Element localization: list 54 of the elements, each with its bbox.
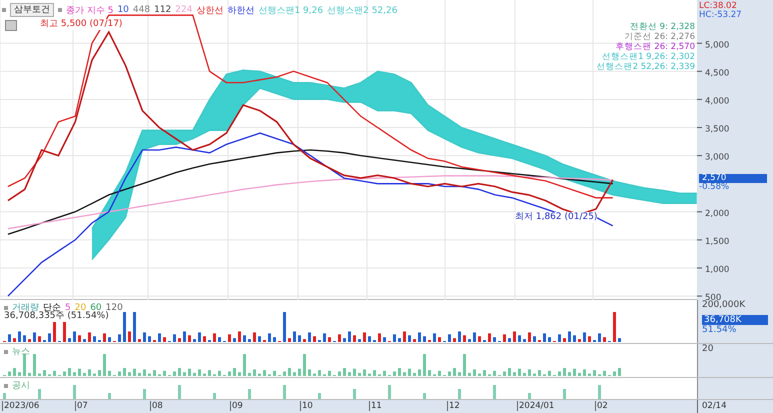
date-label: 09	[230, 401, 243, 412]
news-title: 뉴스	[12, 346, 30, 358]
indicator-value: 후행스팬 26: 2,570	[616, 42, 695, 52]
axis-label: 20	[702, 344, 714, 356]
axis-label: 3,000	[705, 152, 730, 163]
ma-period: 120	[106, 302, 123, 313]
hc-value: HC:-53.27	[699, 11, 742, 20]
volume-summary: 36,708,335주 (51.54%)	[4, 311, 109, 322]
date-label: 02	[595, 401, 608, 412]
axis-label: 1,500	[705, 236, 730, 247]
change-percent: -0.58%	[699, 183, 730, 192]
low-price-label: 최저 1,862 (01/25)	[515, 212, 598, 223]
bullet-icon	[4, 306, 8, 310]
ma-period: 5	[65, 302, 71, 313]
date-label: 12	[447, 401, 460, 412]
legend-item[interactable]: 하한선	[227, 4, 254, 16]
axis-label: 4,500	[705, 68, 730, 78]
current-price-tag: 2,570	[699, 174, 767, 183]
indicator-value: 선행스팬1 9,26: 2,302	[602, 52, 695, 62]
high-price-label: 최고 5,500 (07/17)	[40, 19, 122, 30]
indicator-value: 기준선 26: 2,276	[624, 32, 695, 42]
legend-item[interactable]: 10	[117, 5, 129, 15]
volume-tag: 36,708K	[702, 315, 768, 326]
date-label: 2024/01	[517, 401, 554, 412]
legend-item[interactable]: 종가 지수 5	[66, 4, 114, 16]
bullet-icon	[4, 350, 8, 354]
legend-item[interactable]: 112	[154, 5, 172, 15]
indicator-value: 전환선 9: 2,328	[630, 22, 695, 32]
date-label: 11	[369, 401, 382, 412]
stock-name-button[interactable]: 삼부토건	[10, 3, 54, 17]
date-label: 08	[150, 401, 163, 412]
axis-label: 5,000	[705, 40, 730, 50]
axis-label: 1,000	[705, 264, 730, 275]
ma-period: 20	[74, 302, 86, 313]
axis-label: 4,000	[705, 96, 730, 106]
legend-item[interactable]: 상한선	[196, 4, 224, 16]
grid-icon[interactable]	[5, 20, 17, 31]
ma-period: 60	[90, 302, 102, 313]
axis-label: 500	[705, 293, 722, 300]
disclosure-title: 공시	[12, 380, 30, 392]
axis-label: 200,000K	[702, 300, 746, 312]
date-label: 02/14	[697, 400, 726, 413]
legend-item[interactable]: 448	[132, 5, 150, 15]
lc-value: LC:38.02	[699, 2, 737, 11]
axis-label: 2,000	[705, 208, 730, 219]
volume-percent: 51.54%	[702, 325, 738, 336]
indicator-value: 선행스팬2 52,26: 2,339	[596, 62, 695, 72]
date-label: 2023/06	[2, 401, 40, 412]
axis-label: 3,500	[705, 124, 730, 135]
bullet-icon	[4, 384, 8, 388]
date-label: 07	[75, 401, 88, 412]
bullet-icon	[58, 8, 62, 12]
bullet-icon	[2, 8, 6, 12]
date-label: 10	[300, 401, 313, 412]
